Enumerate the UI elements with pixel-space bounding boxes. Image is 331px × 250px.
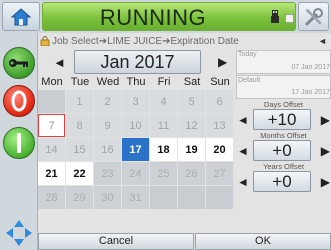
years-offset-increase[interactable]: ▶ [321, 175, 330, 189]
calendar-day: 14 [38, 138, 65, 161]
calendar-day: 6 [206, 90, 233, 113]
calendar-day: 10 [122, 114, 149, 137]
calendar-day: 4 [150, 90, 177, 113]
weekday-header: Thu [126, 76, 146, 88]
calendar-day[interactable]: 23 [94, 162, 121, 185]
start-button[interactable] [3, 127, 35, 159]
calendar-day-today: 7 [38, 114, 65, 137]
top-bar: RUNNING [0, 0, 331, 33]
weekday-header: Tue [70, 76, 90, 88]
previous-month-arrow[interactable]: ◄ [53, 55, 66, 70]
months-offset-stepper: ◄ +0 ▶ [236, 140, 331, 161]
calendar-day: 16 [94, 138, 121, 161]
month-selector: ◄ Jan 2017 ▶ [38, 49, 236, 75]
stop-button[interactable] [3, 85, 35, 117]
calendar-empty-cell [38, 90, 65, 113]
days-offset-label: Days Offset [263, 100, 304, 109]
navigation-arrows-icon[interactable] [5, 219, 33, 247]
calendar-day: 1 [66, 90, 93, 113]
calendar-empty-cell [150, 186, 177, 209]
breadcrumb-text: Job Select➔LIME JUICE➔Expiration Date [52, 35, 239, 47]
offset-panel: Today 07 Jan 2017 Default 17 Jan 2017 Da… [236, 50, 331, 218]
months-offset-value[interactable]: +0 [253, 140, 311, 161]
printer-status: RUNNING [99, 5, 207, 30]
calendar-day[interactable]: 25 [150, 162, 177, 185]
years-offset-stepper: ◄ +0 ▶ [236, 171, 331, 192]
days-offset-stepper: ◄ +10 ▶ [236, 109, 331, 130]
calendar-day[interactable]: 27 [206, 162, 233, 185]
calendar-day-selected[interactable]: 17 [122, 138, 149, 161]
stop-icon [11, 90, 27, 112]
calendar-day[interactable]: 30 [94, 186, 121, 209]
breadcrumb-back-arrow[interactable]: ◄ [318, 36, 327, 46]
default-value: 17 Jan 2017 [291, 89, 330, 96]
calendar-day: 11 [150, 114, 177, 137]
calendar-day[interactable]: 28 [38, 186, 65, 209]
years-offset-decrease[interactable]: ◄ [237, 175, 249, 189]
status-bar[interactable]: RUNNING [42, 2, 296, 31]
home-icon [10, 7, 32, 25]
days-offset-decrease[interactable]: ◄ [237, 113, 249, 127]
weekday-header: Sun [210, 76, 230, 88]
calendar-day[interactable]: 21 [38, 162, 65, 185]
next-month-arrow[interactable]: ▶ [218, 55, 227, 69]
default-label: Default [238, 77, 261, 84]
calendar-day[interactable]: 26 [178, 162, 205, 185]
ok-button[interactable]: OK [195, 233, 331, 250]
calendar-day: 9 [94, 114, 121, 137]
left-control-column [0, 33, 38, 250]
message-indicator-icon [285, 14, 294, 23]
breadcrumb: Job Select➔LIME JUICE➔Expiration Date [40, 34, 239, 48]
calendar-empty-cell [178, 186, 205, 209]
calendar-day: 12 [178, 114, 205, 137]
days-offset-increase[interactable]: ▶ [321, 113, 330, 127]
calendar-day: 8 [66, 114, 93, 137]
calendar-day[interactable]: 29 [66, 186, 93, 209]
calendar-day[interactable]: 31 [122, 186, 149, 209]
start-icon [17, 133, 21, 153]
calendar-day[interactable]: 19 [178, 138, 205, 161]
date-picker-panel: Job Select➔LIME JUICE➔Expiration Date ◄ … [38, 33, 331, 250]
calendar-day[interactable]: 20 [206, 138, 233, 161]
weekday-header: Fri [157, 76, 171, 88]
key-icon [9, 59, 28, 67]
calendar-empty-cell [206, 186, 233, 209]
calendar-day: 15 [66, 138, 93, 161]
lock-icon [40, 36, 50, 46]
weekday-header: Sat [183, 76, 201, 88]
years-offset-value[interactable]: +0 [253, 171, 311, 192]
calendar-day[interactable]: 22 [66, 162, 93, 185]
months-offset-label: Months Offset [260, 131, 307, 140]
cancel-button[interactable]: Cancel [38, 233, 194, 250]
login-key-button[interactable] [3, 47, 35, 79]
years-offset-label: Years Offset [263, 162, 304, 171]
calendar-day: 3 [122, 90, 149, 113]
month-label[interactable]: Jan 2017 [74, 50, 201, 74]
days-offset-value[interactable]: +10 [253, 109, 311, 130]
today-label: Today [238, 51, 257, 58]
today-value: 07 Jan 2017 [291, 64, 330, 71]
home-button[interactable] [2, 2, 40, 31]
months-offset-decrease[interactable]: ◄ [237, 144, 249, 158]
months-offset-increase[interactable]: ▶ [321, 144, 330, 158]
weekday-header: Wed [96, 76, 120, 88]
calendar-day: 2 [94, 90, 121, 113]
calendar-day: 5 [178, 90, 205, 113]
tools-icon [305, 7, 323, 25]
calendar-day[interactable]: 18 [150, 138, 177, 161]
usb-icon [271, 10, 279, 23]
weekday-header: Mon [41, 76, 63, 88]
calendar-day[interactable]: 24 [122, 162, 149, 185]
calendar-day: 13 [206, 114, 233, 137]
tools-button[interactable] [298, 2, 329, 31]
